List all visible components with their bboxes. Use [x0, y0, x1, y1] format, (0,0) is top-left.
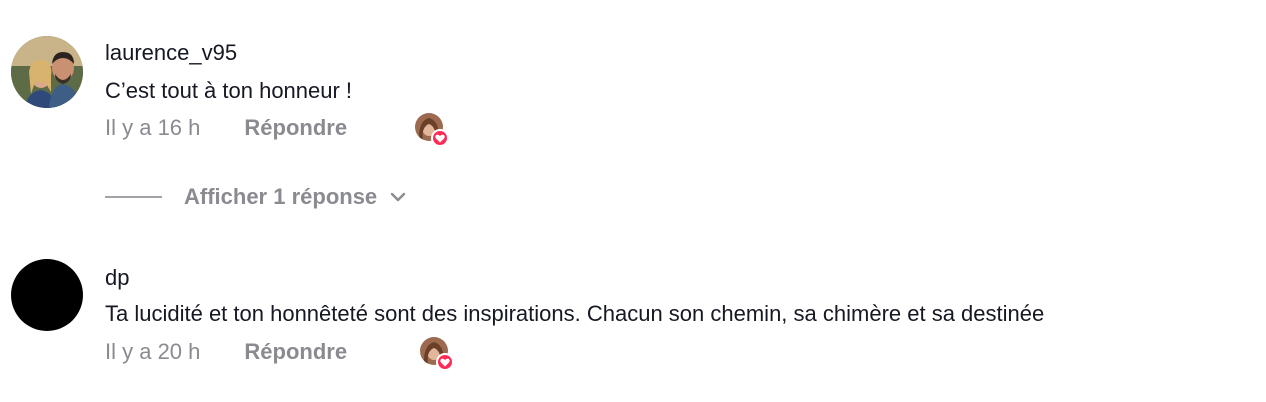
comment-timestamp: Il y a 20 h [105, 339, 201, 364]
black-circle-avatar [11, 259, 83, 331]
couple-photo-avatar [11, 36, 83, 108]
comment-meta: Il y a 20 h Répondre [105, 337, 347, 367]
comment-username[interactable]: dp [105, 265, 129, 291]
view-replies-button[interactable]: Afficher 1 réponse [105, 182, 407, 212]
comment-meta: Il y a 16 h Répondre [105, 113, 347, 143]
heart-icon [436, 353, 454, 371]
view-replies-label: Afficher 1 réponse [184, 184, 378, 209]
liked-by-creator-badge [420, 337, 454, 371]
user-avatar[interactable] [11, 36, 83, 108]
chevron-down-icon [389, 188, 407, 206]
reply-button[interactable]: Répondre [244, 339, 347, 365]
liked-by-creator-badge [415, 113, 449, 147]
comment-text: Ta lucidité et ton honnêteté sont des in… [105, 301, 1045, 326]
comment-username[interactable]: laurence_v95 [105, 40, 237, 66]
comment-text: C’est tout à ton honneur ! [105, 78, 353, 103]
user-avatar[interactable] [11, 259, 83, 331]
replies-divider-line [105, 196, 162, 198]
reply-button[interactable]: Répondre [244, 115, 347, 141]
comment-timestamp: Il y a 16 h [105, 115, 201, 140]
heart-icon [431, 129, 449, 147]
